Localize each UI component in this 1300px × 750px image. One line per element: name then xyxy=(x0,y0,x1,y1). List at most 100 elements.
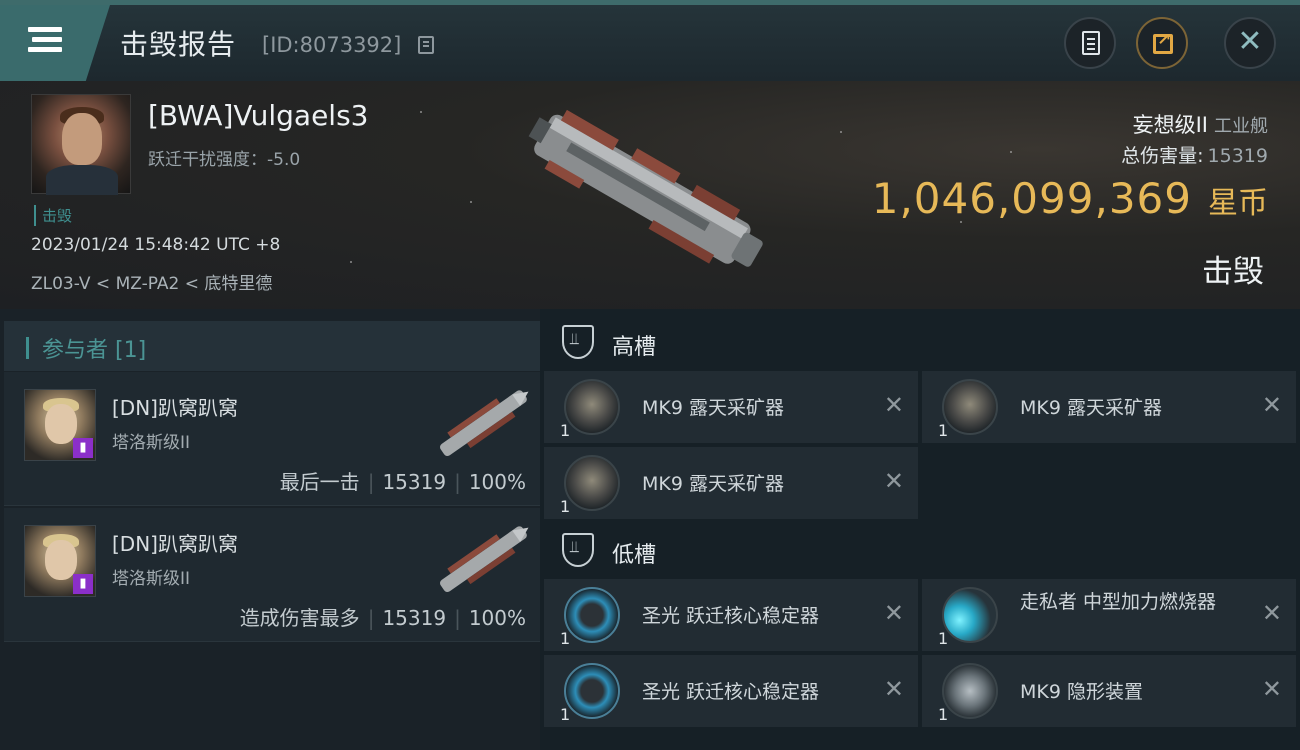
security-badge-icon: ▮ xyxy=(73,574,93,594)
module-name: MK9 隐形装置 xyxy=(1020,681,1143,703)
star xyxy=(420,111,422,113)
killmail-app: 击毁报告 [ID:8073392] ✕ [BWA]Vulgaels3 跃迁干扰强… xyxy=(0,0,1300,750)
close-icon: ✕ xyxy=(1237,24,1263,59)
attacker-ship-render xyxy=(440,526,529,593)
attacker-avatar[interactable]: ▮ xyxy=(24,389,96,461)
copy-icon[interactable] xyxy=(418,36,434,54)
attacker-avatar[interactable]: ▮ xyxy=(24,525,96,597)
warp-disrupt-strength: 跃迁干扰强度：-5.0 xyxy=(148,150,301,170)
participants-panel: 参与者 [1] ▮ [DN]趴窝趴窝 塔洛斯级II 最后一击 | 15319 | 100… xyxy=(0,309,540,750)
module-item[interactable]: 1 圣光 跃迁核心稳定器 ✕ xyxy=(544,655,918,727)
mining-laser-icon xyxy=(564,455,620,511)
avatar-body xyxy=(46,165,118,195)
separator: | xyxy=(454,606,461,630)
afterburner-icon xyxy=(942,587,998,643)
kill-timestamp: 2023/01/24 15:48:42 UTC +8 xyxy=(31,235,281,255)
attacker-ship: 塔洛斯级II xyxy=(112,433,191,453)
killmail-id: [ID:8073392] xyxy=(262,33,402,57)
star xyxy=(1010,151,1012,153)
kill-result: 击毁 xyxy=(1202,254,1264,290)
close-button[interactable]: ✕ xyxy=(1224,17,1276,69)
attacker-row[interactable]: ▮ [DN]趴窝趴窝 塔洛斯级II 造成伤害最多 | 15319 | 100% xyxy=(4,508,540,642)
total-damage-value: 15319 xyxy=(1207,145,1268,167)
module-qty: 1 xyxy=(560,705,571,724)
share-icon xyxy=(1153,30,1173,54)
attacker-damage: 15319 xyxy=(382,470,447,494)
module-qty: 1 xyxy=(938,421,949,440)
victim-name[interactable]: [BWA]Vulgaels3 xyxy=(148,99,369,132)
attacker-percent: 100% xyxy=(468,606,526,630)
share-button[interactable] xyxy=(1136,17,1188,69)
module-name: MK9 露天采矿器 xyxy=(1020,397,1162,419)
destroyed-mark-icon: ✕ xyxy=(883,599,904,627)
fitting-panel: 高槽 1 MK9 露天采矿器 ✕ 1 MK9 露天采矿器 ✕ 1 MK9 露天采… xyxy=(540,309,1300,750)
attacker-ship: 塔洛斯级II xyxy=(112,569,191,589)
security-badge-icon: ▮ xyxy=(73,438,93,458)
low-slot-header: 低槽 xyxy=(540,521,1300,581)
warp-core-stabilizer-icon xyxy=(564,587,620,643)
attacker-name: [DN]趴窝趴窝 xyxy=(112,532,238,556)
module-name: 走私者 中型加力燃烧器 xyxy=(1020,591,1217,613)
attacker-ship-render xyxy=(440,390,529,457)
module-qty: 1 xyxy=(560,629,571,648)
kill-location[interactable]: ZL03-V < MZ-PA2 < 底特里德 xyxy=(31,269,272,294)
total-damage: 总伤害量: 15319 xyxy=(1121,141,1268,168)
attacker-name: [DN]趴窝趴窝 xyxy=(112,396,238,420)
module-name: 圣光 跃迁核心稳定器 xyxy=(642,605,820,627)
destroyed-mark-icon: ✕ xyxy=(1261,675,1282,703)
mining-laser-icon xyxy=(564,379,620,435)
module-item[interactable]: 1 MK9 隐形装置 ✕ xyxy=(922,655,1296,727)
attacker-role: 造成伤害最多 xyxy=(239,606,360,630)
warp-core-stabilizer-icon xyxy=(564,663,620,719)
cloaking-device-icon xyxy=(942,663,998,719)
star xyxy=(350,261,352,263)
module-qty: 1 xyxy=(560,421,571,440)
victim-ship-class[interactable]: 妄想级II 工业舰 xyxy=(1133,109,1268,139)
high-slot-title: 高槽 xyxy=(612,335,657,360)
destroyed-mark-icon: ✕ xyxy=(883,467,904,495)
participants-header: 参与者 [1] xyxy=(4,321,540,371)
module-item[interactable]: 1 圣光 跃迁核心稳定器 ✕ xyxy=(544,579,918,651)
high-slot-icon xyxy=(562,325,594,359)
menu-icon-bar xyxy=(32,37,62,42)
attacker-stats: 造成伤害最多 | 15319 | 100% xyxy=(240,602,526,631)
module-item[interactable]: 1 MK9 露天采矿器 ✕ xyxy=(922,371,1296,443)
total-damage-label: 总伤害量: xyxy=(1121,145,1204,167)
isk-amount: 1,046,099,369 xyxy=(871,174,1192,223)
high-slot-header: 高槽 xyxy=(540,313,1300,373)
ship-type: 工业舰 xyxy=(1214,116,1268,137)
destroyed-mark-icon: ✕ xyxy=(883,675,904,703)
attacker-row[interactable]: ▮ [DN]趴窝趴窝 塔洛斯级II 最后一击 | 15319 | 100% xyxy=(4,372,540,506)
module-name: 圣光 跃迁核心稳定器 xyxy=(642,681,820,703)
module-qty: 1 xyxy=(938,629,949,648)
mining-laser-icon xyxy=(942,379,998,435)
separator: | xyxy=(367,606,375,630)
menu-button[interactable] xyxy=(0,5,110,81)
destroyed-mark-icon: ✕ xyxy=(1261,599,1282,627)
status-tag: 击毁 xyxy=(34,205,72,226)
menu-icon-bar xyxy=(28,47,62,52)
victim-ship-render xyxy=(528,109,763,267)
star xyxy=(470,201,472,203)
ship-name: 妄想级II xyxy=(1132,113,1208,137)
module-name: MK9 露天采矿器 xyxy=(642,473,784,495)
isk-unit: 星币 xyxy=(1208,186,1268,221)
participants-title: 参与者 [1] xyxy=(42,338,147,363)
victim-summary: [BWA]Vulgaels3 跃迁干扰强度：-5.0 击毁 2023/01/24… xyxy=(0,81,1300,309)
module-item[interactable]: 1 走私者 中型加力燃烧器 ✕ xyxy=(922,579,1296,651)
menu-icon xyxy=(28,27,62,32)
module-item[interactable]: 1 MK9 露天采矿器 ✕ xyxy=(544,371,918,443)
star xyxy=(840,131,842,133)
victim-avatar[interactable] xyxy=(31,94,131,195)
module-item[interactable]: 1 MK9 露天采矿器 ✕ xyxy=(544,447,918,519)
module-name: MK9 露天采矿器 xyxy=(642,397,784,419)
page-title: 击毁报告 xyxy=(120,28,237,61)
isk-value: 1,046,099,369 星币 xyxy=(872,174,1268,223)
header-bar: 击毁报告 [ID:8073392] ✕ xyxy=(0,5,1300,81)
low-slot-title: 低槽 xyxy=(612,543,657,568)
low-slot-icon xyxy=(562,533,594,567)
attacker-role: 最后一击 xyxy=(279,470,360,494)
attacker-percent: 100% xyxy=(468,470,526,494)
section-accent xyxy=(26,337,29,359)
report-button[interactable] xyxy=(1064,17,1116,69)
